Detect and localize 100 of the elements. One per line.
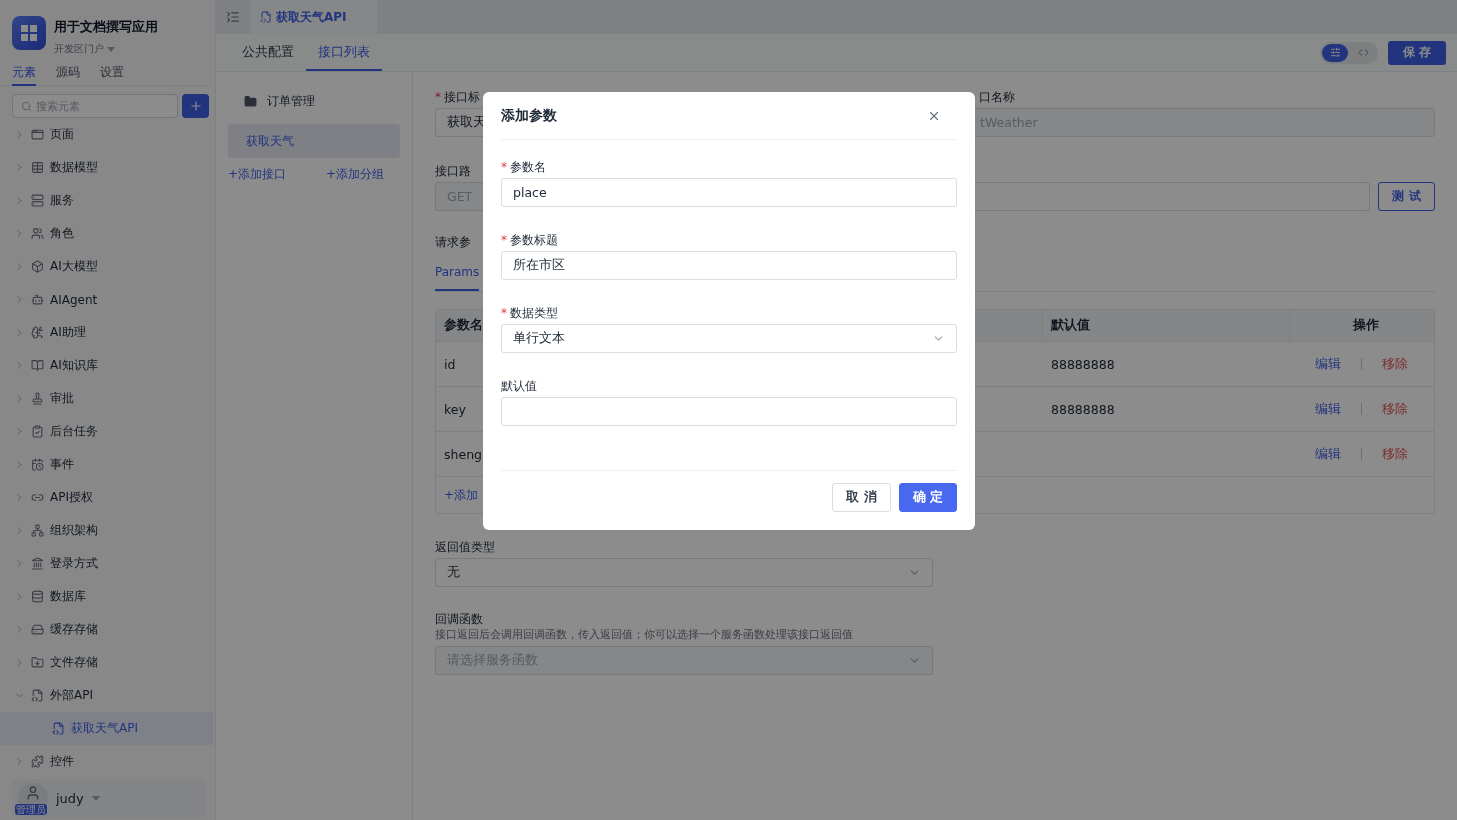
tree-item[interactable]: 角色 — [0, 217, 213, 250]
add-param-link[interactable]: +添加 — [444, 486, 479, 504]
api-list-item[interactable]: 获取天气 — [228, 124, 400, 158]
sidebar-tab[interactable]: 源码 — [56, 64, 80, 86]
column-header: 默认值 — [1051, 317, 1090, 334]
app-logo-icon — [12, 16, 46, 50]
field-label: 回调函数 — [435, 610, 483, 628]
tree-item[interactable]: AI大模型 — [0, 250, 213, 283]
field-label: 返回值类型 — [435, 538, 495, 556]
tree-item[interactable]: 数据模型 — [0, 151, 213, 184]
select-field[interactable]: 单行文本 — [501, 324, 957, 353]
table-cell: sheng — [444, 446, 482, 462]
folder-icon — [31, 656, 44, 669]
plus-icon — [188, 99, 203, 113]
input-field[interactable] — [501, 397, 957, 426]
tree-item[interactable]: 页面 — [0, 118, 213, 151]
group-label[interactable]: 订单管理 — [267, 92, 315, 110]
sidebar-tab[interactable]: 设置 — [100, 64, 124, 86]
required-mark: * — [501, 306, 507, 320]
table-cell: key — [444, 401, 466, 417]
required-mark: * — [501, 160, 507, 174]
remove-link[interactable]: 移除 — [1382, 355, 1408, 373]
input-field[interactable]: 所在市区 — [501, 251, 957, 280]
remove-link[interactable]: 移除 — [1382, 445, 1408, 463]
tree-item[interactable]: 后台任务 — [0, 415, 213, 448]
tree-item[interactable]: 缓存存储 — [0, 613, 213, 646]
add-link[interactable]: +添加分组 — [325, 166, 384, 183]
input-field[interactable]: place — [501, 178, 957, 207]
window-icon — [31, 128, 44, 141]
caret-icon — [107, 46, 115, 52]
required-mark: * — [435, 90, 441, 104]
sidebar-tab[interactable]: 元素 — [12, 64, 36, 86]
clipboard-icon — [31, 425, 44, 438]
column-header: 操作 — [1353, 317, 1379, 334]
cancel-button[interactable]: 取 消 — [832, 483, 891, 512]
tree-item[interactable]: 事件 — [0, 448, 213, 481]
robot-icon — [31, 293, 44, 306]
drive-icon — [31, 623, 44, 636]
tree-item[interactable]: 登录方式 — [0, 547, 213, 580]
test-button[interactable]: 测 试 — [1378, 182, 1435, 211]
field-label: 口名称 — [979, 88, 1015, 106]
field-label: 参数名 — [510, 158, 546, 176]
table-icon — [31, 161, 44, 174]
tree-item[interactable]: 数据库 — [0, 580, 213, 613]
users-icon — [31, 227, 44, 240]
page-tab[interactable]: 公共配置 — [230, 34, 306, 71]
view-toggle[interactable] — [1320, 41, 1378, 64]
column-header: 参数名 — [444, 317, 483, 334]
add-button[interactable] — [182, 94, 209, 118]
chevron-right-icon — [14, 756, 25, 767]
network-icon — [31, 524, 44, 537]
edit-link[interactable]: 编辑 — [1315, 445, 1341, 463]
server-icon — [31, 194, 44, 207]
tree-item[interactable]: AIAgent — [0, 283, 213, 316]
document-tab[interactable]: 获取天气API — [250, 0, 377, 34]
code-file-icon — [52, 722, 65, 735]
edit-link[interactable]: 编辑 — [1315, 355, 1341, 373]
dialog-title: 添加参数 — [501, 106, 557, 125]
tree-item[interactable]: API授权 — [0, 481, 213, 514]
brain-icon — [31, 326, 44, 339]
role-badge: 管理员 — [15, 804, 47, 815]
code-file-icon — [31, 689, 44, 702]
params-tab[interactable]: Params — [435, 253, 480, 291]
person-icon — [25, 785, 41, 801]
tree-item[interactable]: 外部API — [0, 679, 213, 712]
return-type-select[interactable]: 无 — [435, 558, 933, 587]
workspace-selector[interactable]: 开发区门户 — [54, 42, 104, 56]
cube-icon — [31, 260, 44, 273]
tree-item[interactable]: AI助理 — [0, 316, 213, 349]
field-label: 接口路 — [435, 162, 471, 180]
tree-item[interactable]: 控件 — [0, 745, 213, 778]
tree-item[interactable]: 组织架构 — [0, 514, 213, 547]
code-file-icon — [260, 11, 272, 23]
tree-item[interactable]: 服务 — [0, 184, 213, 217]
tree-item[interactable]: 审批 — [0, 382, 213, 415]
field-label: 接口标 — [444, 88, 480, 106]
page-tab[interactable]: 接口列表 — [306, 34, 382, 71]
sliders-icon[interactable] — [1322, 43, 1348, 62]
caret-icon — [91, 795, 100, 801]
table-cell: 88888888 — [1051, 401, 1115, 417]
building-icon — [31, 557, 44, 570]
folder-icon — [244, 94, 257, 108]
tree-item[interactable]: 文件存储 — [0, 646, 213, 679]
field-label: 默认值 — [501, 377, 537, 395]
puzzle-icon — [31, 755, 44, 768]
user-name[interactable]: judy — [56, 790, 84, 806]
add-link[interactable]: +添加接口 — [228, 166, 287, 183]
stamp-icon — [31, 392, 44, 405]
edit-link[interactable]: 编辑 — [1315, 400, 1341, 418]
tree-item[interactable]: AI知识库 — [0, 349, 213, 382]
save-button[interactable]: 保 存 — [1388, 40, 1446, 65]
tree-item[interactable]: 获取天气API — [0, 712, 213, 745]
field-label: 参数标题 — [510, 231, 558, 249]
required-mark: * — [501, 233, 507, 247]
remove-link[interactable]: 移除 — [1382, 400, 1408, 418]
confirm-button[interactable]: 确 定 — [898, 483, 957, 512]
book-icon — [31, 359, 44, 372]
calendar-icon — [31, 458, 44, 471]
link-icon — [31, 491, 44, 504]
database-icon — [31, 590, 44, 603]
